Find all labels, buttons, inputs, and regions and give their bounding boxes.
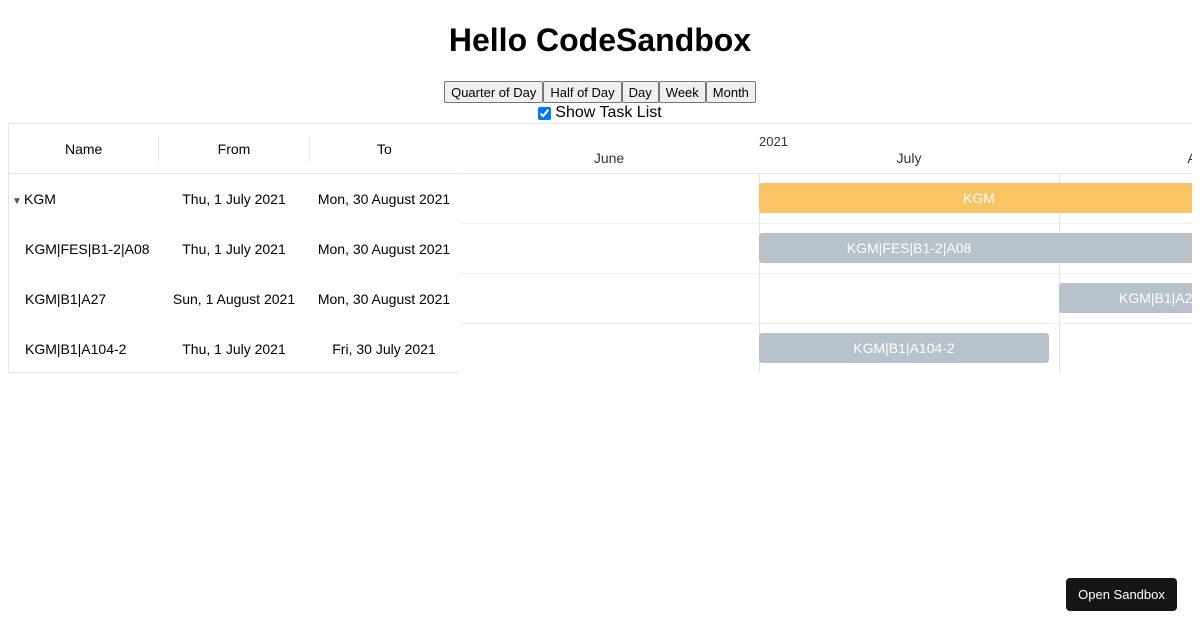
gantt-bar-project[interactable]: KGM [759,183,1192,213]
task-to: Mon, 30 August 2021 [317,241,451,257]
view-month-button[interactable]: Month [705,81,756,103]
gantt-bar-task[interactable]: KGM|FES|B1-2|A08 [759,233,1192,263]
task-from: Thu, 1 July 2021 [182,241,286,257]
task-name-cell: ▼ KGM [9,191,159,207]
view-quarter-day-button[interactable]: Quarter of Day [444,81,544,103]
grid-row-line [460,273,1192,274]
task-from: Thu, 1 July 2021 [182,191,286,207]
task-to: Mon, 30 August 2021 [317,191,451,207]
view-mode-toolbar: Quarter of Day Half of Day Day Week Mont… [0,81,1200,103]
task-row[interactable]: ▼ KGM Thu, 1 July 2021 Mon, 30 August 202… [9,174,459,224]
grid-row-line [460,223,1192,224]
view-week-button[interactable]: Week [658,81,706,103]
task-row[interactable]: KGM|FES|B1-2|A08 Thu, 1 July 2021 Mon, 3… [9,224,459,274]
view-half-day-button[interactable]: Half of Day [543,81,622,103]
task-to: Fri, 30 July 2021 [332,341,436,357]
gantt-bar-task[interactable]: KGM|B1|A104-2 [759,333,1049,363]
show-task-list-label: Show Task List [555,104,662,121]
view-day-button[interactable]: Day [621,81,659,103]
task-name: KGM|B1|A27 [25,291,107,307]
open-sandbox-button[interactable]: Open Sandbox [1066,578,1177,611]
task-row[interactable]: KGM|B1|A27 Sun, 1 August 2021 Mon, 30 Au… [9,274,459,324]
page-title: Hello CodeSandbox [448,22,752,58]
task-from: Sun, 1 August 2021 [172,291,296,307]
gantt-chart: 2021 June July A KGM KGM|FES|B1-2|A08 KG… [460,123,1192,373]
calendar-header-divider [460,173,1192,174]
task-row[interactable]: KGM|B1|A104-2 Thu, 1 July 2021 Fri, 30 J… [9,324,459,374]
task-name: KGM [24,191,56,207]
column-header-to: To [376,140,392,157]
task-list-table: Name From To ▼ KGM Thu, 1 July 2021 Mon, … [8,123,459,373]
collapse-triangle-icon[interactable]: ▼ [12,196,24,207]
show-task-list-checkbox[interactable] [538,106,552,120]
task-from: Thu, 1 July 2021 [182,341,286,357]
show-task-list-toggle: Show Task List [0,104,1200,122]
gantt-bar-task[interactable]: KGM|B1|A27 [1059,283,1192,313]
calendar-year: 2021 [759,134,788,149]
grid-row-line [460,323,1192,324]
column-header-from: From [217,140,251,157]
task-name: KGM|B1|A104-2 [25,341,127,357]
task-to: Mon, 30 August 2021 [317,291,451,307]
column-header-name: Name [64,140,103,157]
task-list-header: Name From To [9,124,459,174]
task-name: KGM|FES|B1-2|A08 [25,241,150,257]
calendar-month-july: July [896,150,922,166]
calendar-month-august: A [1187,150,1192,166]
calendar-month-june: June [593,150,625,166]
